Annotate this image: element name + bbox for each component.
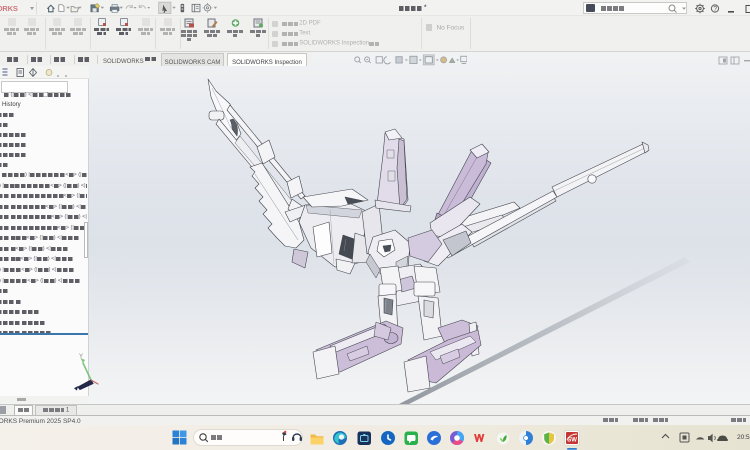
svg-text:SW: SW [567,438,577,444]
svg-text:?: ? [713,6,717,13]
svg-text:Y: Y [79,354,83,360]
